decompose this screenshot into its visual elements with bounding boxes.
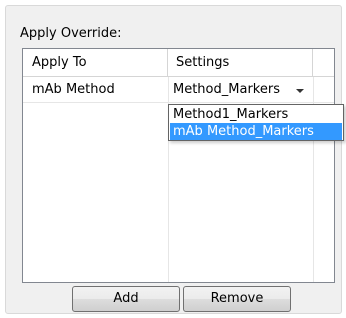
- add-button[interactable]: Add: [72, 286, 180, 312]
- column-header-filler: [313, 49, 334, 77]
- settings-combobox-value: Method_Markers: [173, 82, 280, 97]
- dropdown-option-selected[interactable]: mAb Method_Markers: [170, 123, 342, 140]
- settings-combobox[interactable]: Method_Markers: [168, 78, 313, 102]
- column-header-settings[interactable]: Settings: [168, 49, 313, 77]
- dropdown-option[interactable]: Method1_Markers: [170, 106, 342, 123]
- override-grid[interactable]: Apply To Settings mAb Method Method_Mark…: [22, 48, 335, 283]
- remove-button[interactable]: Remove: [183, 286, 291, 312]
- cell-apply-to[interactable]: mAb Method: [23, 78, 168, 102]
- apply-override-title: Apply Override:: [20, 26, 122, 41]
- column-header-apply-to[interactable]: Apply To: [23, 49, 168, 77]
- chevron-down-icon[interactable]: [296, 89, 304, 93]
- settings-dropdown-list[interactable]: Method1_Markers mAb Method_Markers: [168, 104, 344, 141]
- table-row[interactable]: mAb Method Method_Markers: [23, 78, 334, 103]
